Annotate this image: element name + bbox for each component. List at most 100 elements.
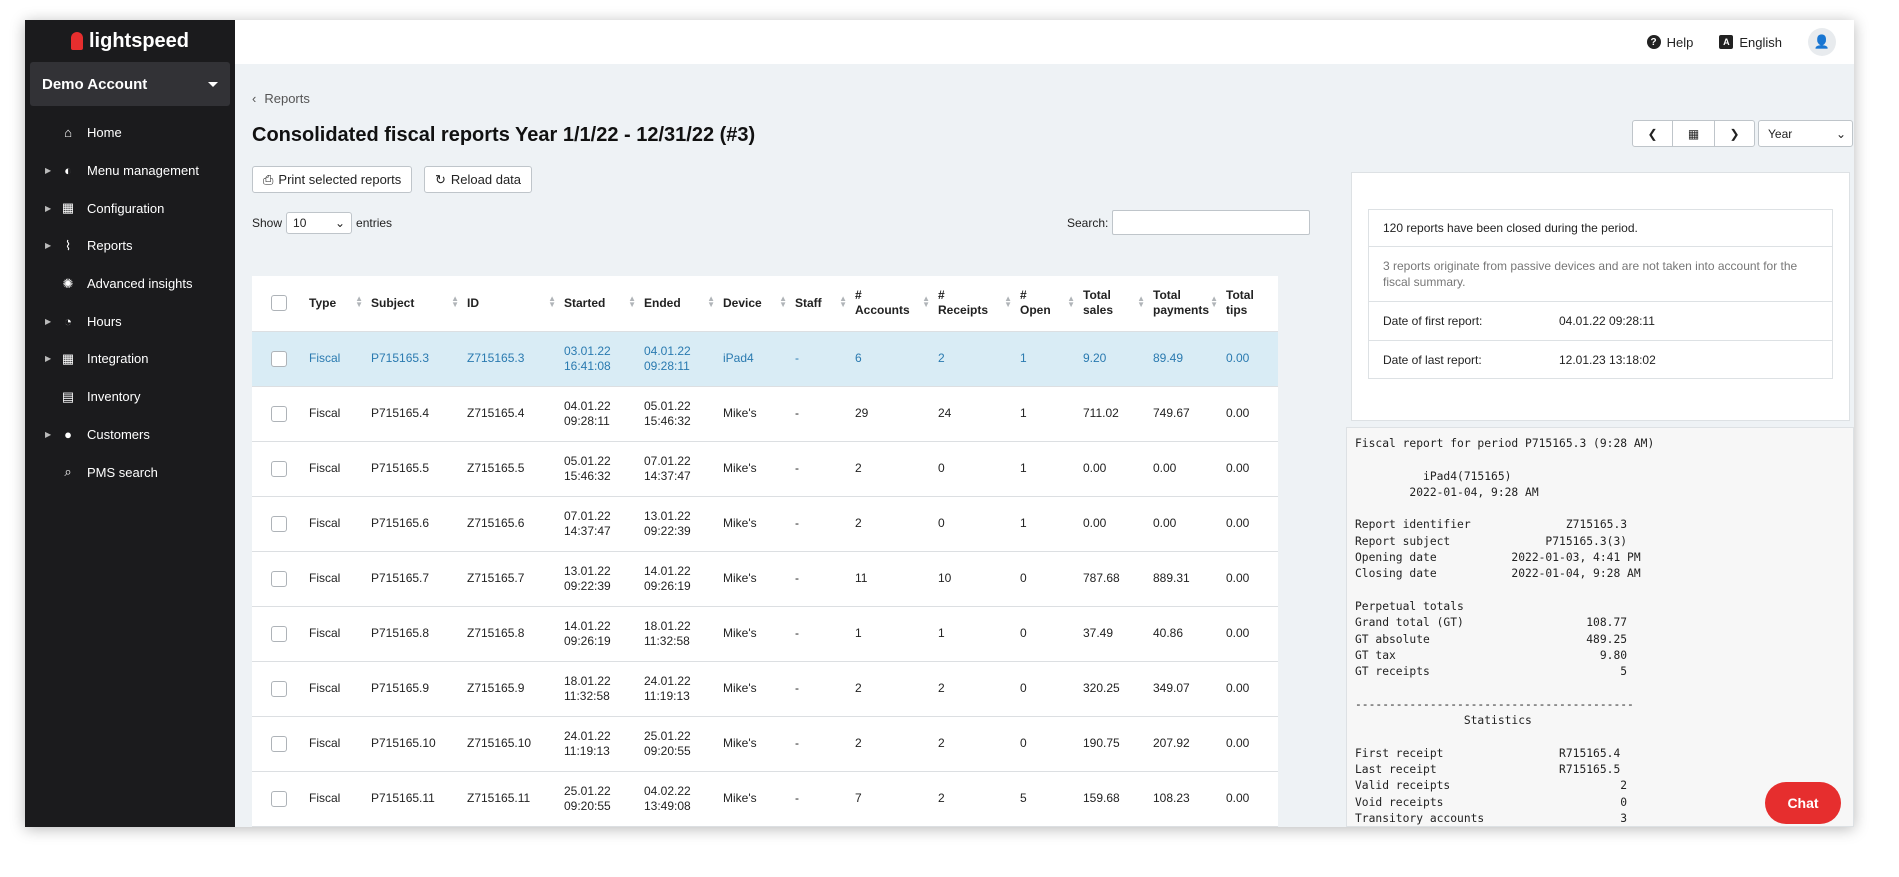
- table-row[interactable]: Fiscal P715165.11 Z715165.11 25.01.22 09:20:…: [252, 771, 1278, 827]
- cell-tips: 0.00: [1222, 551, 1278, 607]
- home-icon: ⌂: [64, 125, 72, 141]
- language-selector[interactable]: A English: [1719, 35, 1782, 50]
- cell-staff: -: [791, 771, 851, 827]
- sidebar-item-configuration[interactable]: ▶ ▦ Configuration: [25, 189, 235, 227]
- print-reports-button[interactable]: ⎙ Print selected reports: [252, 166, 413, 193]
- cell-device: Mike's: [719, 441, 791, 497]
- column-header-label: ID: [467, 295, 479, 310]
- sidebar-item-advanced-insights[interactable]: ✺ Advanced insights: [25, 265, 235, 303]
- row-checkbox[interactable]: [270, 790, 287, 807]
- row-checkbox[interactable]: [270, 405, 287, 422]
- cell-subject: P715165.9: [367, 661, 463, 717]
- sidebar-item-menu-management[interactable]: ▶ ◐ Menu management: [25, 152, 235, 190]
- cell-open: 1: [1016, 386, 1079, 442]
- sidebar-item-home[interactable]: ⌂ Home: [25, 114, 235, 152]
- sidebar-item-reports[interactable]: ▶ ⌇ Reports: [25, 227, 235, 265]
- cell-started: 24.01.22 11:19:13: [560, 716, 640, 772]
- period-select[interactable]: Year ⌄: [1758, 120, 1853, 147]
- column-header[interactable]: Subject ▲ ▼: [367, 276, 463, 332]
- cell-receipts: 0: [934, 441, 1016, 497]
- chevron-right-icon: ▶: [45, 316, 52, 326]
- row-checkbox[interactable]: [270, 570, 287, 587]
- column-header[interactable]: Type ▲ ▼: [305, 276, 367, 332]
- chevron-right-icon: ▶: [45, 354, 52, 364]
- next-period-button[interactable]: ❯: [1714, 120, 1755, 147]
- row-checkbox[interactable]: [270, 625, 287, 642]
- column-header[interactable]: Ended ▲ ▼: [640, 276, 719, 332]
- table-row[interactable]: Fiscal P715165.7 Z715165.7 13.01.22 09:22:39…: [252, 551, 1278, 607]
- breadcrumb[interactable]: ‹ Reports: [252, 91, 310, 106]
- row-checkbox[interactable]: [270, 515, 287, 532]
- column-header[interactable]: Total payments ▲ ▼: [1149, 276, 1222, 332]
- search-control: Search:: [1067, 210, 1311, 235]
- column-header[interactable]: # Accounts ▲ ▼: [851, 276, 934, 332]
- row-checkbox[interactable]: [270, 735, 287, 752]
- menu-icon: ◐: [64, 163, 72, 179]
- cell-time: 09:28:11: [564, 413, 610, 428]
- cell-type: Fiscal: [305, 551, 367, 607]
- cell-subject: P715165.7: [367, 551, 463, 607]
- cell-device: iPad4: [719, 331, 791, 387]
- sidebar: lightspeed Demo Account ⌂ Home ▶ ◐ Menu mana…: [25, 20, 235, 827]
- logo[interactable]: lightspeed: [25, 20, 235, 62]
- row-checkbox[interactable]: [270, 680, 287, 697]
- column-header[interactable]: Staff ▲ ▼: [791, 276, 851, 332]
- sidebar-item-pms-search[interactable]: ⌕ PMS search: [25, 453, 235, 491]
- column-header-label: # Open: [1020, 288, 1051, 318]
- sidebar-item-customers[interactable]: ▶ ● Customers: [25, 416, 235, 454]
- table-row[interactable]: Fiscal P715165.3 Z715165.3 03.01.22 16:41:08…: [252, 331, 1278, 387]
- cell-id: Z715165.11: [463, 771, 560, 827]
- cell-accounts: 11: [851, 551, 934, 607]
- cell-date: 05.01.22: [564, 453, 611, 468]
- calendar-button[interactable]: ▦: [1673, 120, 1714, 147]
- column-header[interactable]: Total tips: [1222, 276, 1278, 332]
- reload-data-button[interactable]: ↻ Reload data: [424, 166, 533, 193]
- entries-select[interactable]: 10 ⌄: [286, 212, 353, 234]
- column-header[interactable]: ID ▲ ▼: [463, 276, 560, 332]
- cell-ended: 05.01.22 15:46:32: [640, 386, 719, 442]
- column-header[interactable]: Total sales ▲ ▼: [1079, 276, 1149, 332]
- cell-payments: 749.67: [1149, 386, 1222, 442]
- column-header-label: Started: [564, 295, 606, 310]
- column-header[interactable]: Started ▲ ▼: [560, 276, 640, 332]
- sort-icon: ▲ ▼: [1210, 294, 1218, 310]
- user-avatar-icon[interactable]: 👤: [1808, 28, 1836, 56]
- chat-button[interactable]: Chat: [1765, 782, 1841, 824]
- account-selector[interactable]: Demo Account: [30, 62, 230, 106]
- cell-tips: 0.00: [1222, 496, 1278, 552]
- entries-control: Show 10 ⌄ entries: [252, 212, 392, 234]
- cell-time: 11:32:58: [564, 688, 610, 703]
- row-checkbox[interactable]: [270, 460, 287, 477]
- table-row[interactable]: Fiscal P715165.9 Z715165.9 18.01.22 11:32:58…: [252, 661, 1278, 717]
- cell-type: Fiscal: [305, 331, 367, 387]
- row-checkbox[interactable]: [270, 350, 287, 367]
- select-all-checkbox[interactable]: [270, 295, 287, 312]
- table-row[interactable]: Fiscal P715165.5 Z715165.5 05.01.22 15:46:32…: [252, 441, 1278, 497]
- column-header[interactable]: Device ▲ ▼: [719, 276, 791, 332]
- summary-list: 120 reports have been closed during the …: [1368, 209, 1833, 379]
- sidebar-item-integration[interactable]: ▶ ▦ Integration: [25, 340, 235, 378]
- cell-time: 09:22:39: [564, 578, 611, 593]
- cell-receipts: 10: [934, 551, 1016, 607]
- column-header-label: Ended: [644, 295, 681, 310]
- language-icon: A: [1719, 35, 1734, 49]
- cell-staff: -: [791, 386, 851, 442]
- sidebar-item-hours[interactable]: ▶ ◔ Hours: [25, 302, 235, 340]
- help-link[interactable]: ? Help: [1646, 35, 1693, 50]
- sidebar-nav: ⌂ Home ▶ ◐ Menu management ▶ ▦ Configuration ▶ ⌇ R…: [25, 114, 235, 491]
- cell-payments: 0.00: [1149, 441, 1222, 497]
- prev-period-button[interactable]: ❮: [1632, 120, 1673, 147]
- column-header[interactable]: # Receipts ▲ ▼: [934, 276, 1016, 332]
- breadcrumb-reports[interactable]: Reports: [264, 91, 310, 106]
- app-window: lightspeed Demo Account ⌂ Home ▶ ◐ Menu mana…: [25, 20, 1854, 827]
- search-input[interactable]: [1112, 210, 1311, 235]
- table-row[interactable]: Fiscal P715165.8 Z715165.8 14.01.22 09:26:19…: [252, 606, 1278, 662]
- column-header[interactable]: # Open ▲ ▼: [1016, 276, 1079, 332]
- table-row[interactable]: Fiscal P715165.10 Z715165.10 24.01.22 11:19:…: [252, 716, 1278, 772]
- sidebar-item-inventory[interactable]: ▤ Inventory: [25, 378, 235, 416]
- cell-type: Fiscal: [305, 661, 367, 717]
- cell-date: 03.01.22: [564, 343, 611, 358]
- table-row[interactable]: Fiscal P715165.4 Z715165.4 04.01.22 09:28:11…: [252, 386, 1278, 442]
- cell-sales: 190.75: [1079, 716, 1149, 772]
- table-row[interactable]: Fiscal P715165.6 Z715165.6 07.01.22 14:37:47…: [252, 496, 1278, 552]
